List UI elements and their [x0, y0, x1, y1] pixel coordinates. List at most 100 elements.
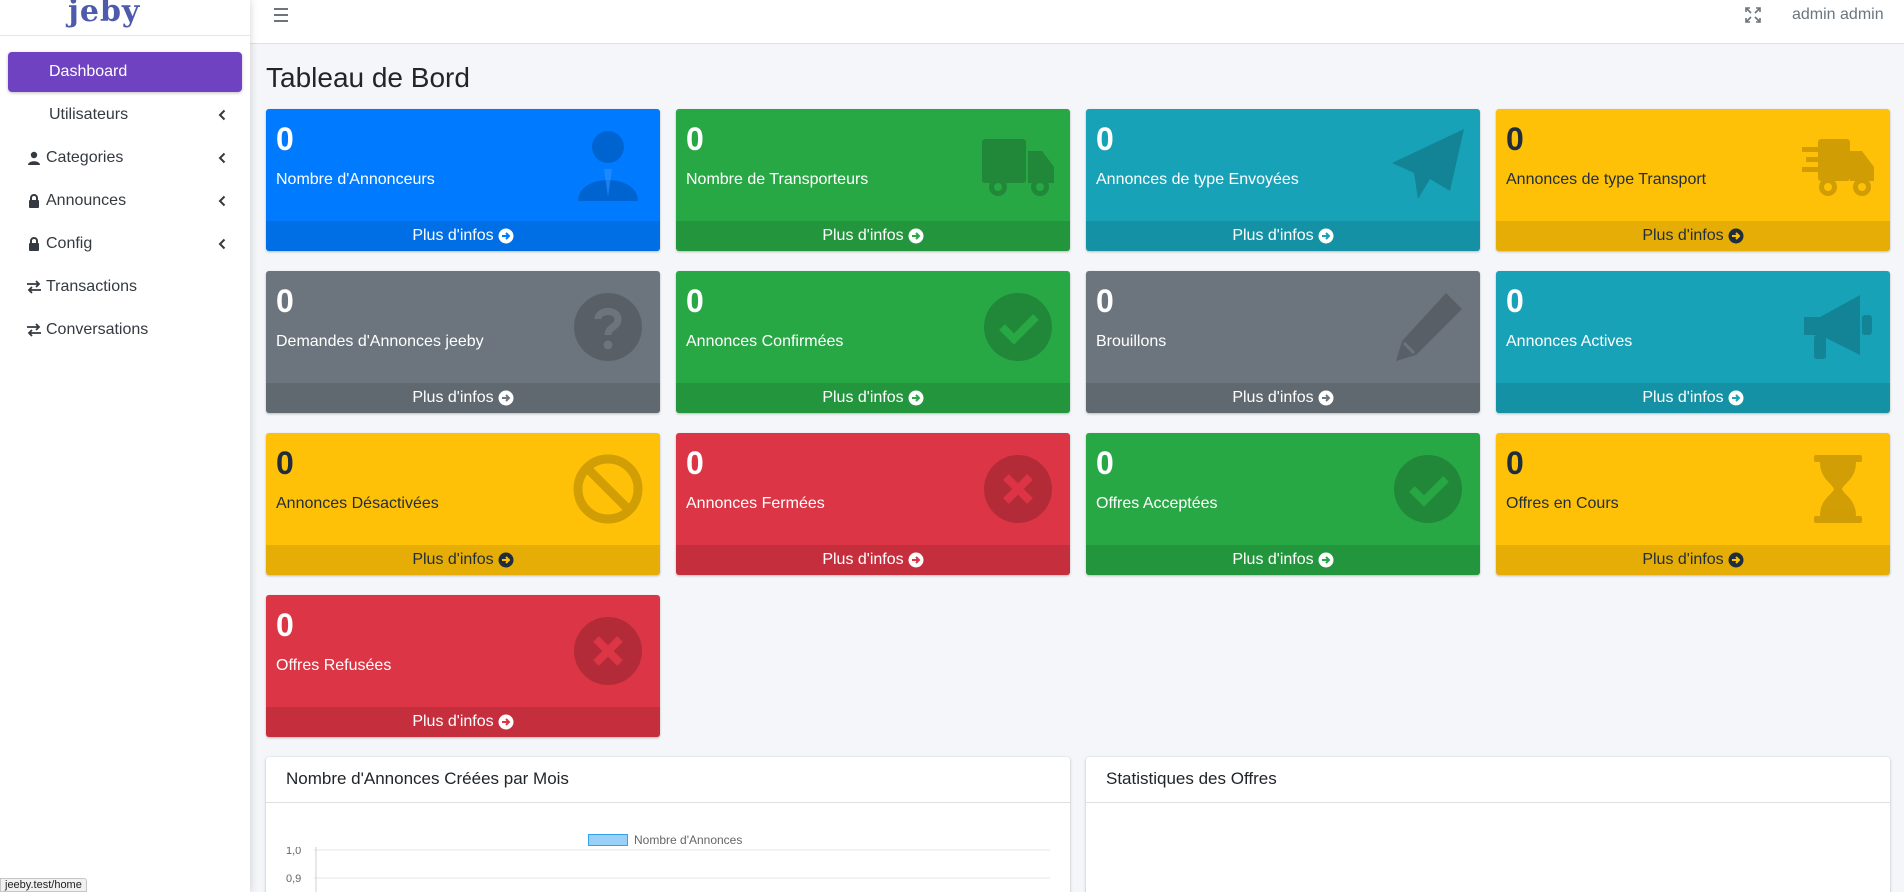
arrow-circle-right-icon: [908, 390, 924, 406]
stat-title: Offres Refusées: [276, 657, 392, 674]
stat-box-annonceurs: 0 Nombre d'Annonceurs Plus d'infos: [266, 109, 660, 251]
stat-title: Annonces Fermées: [686, 495, 825, 512]
sidebar-item-label: Conversations: [46, 321, 149, 338]
stat-count: 0: [1096, 445, 1114, 481]
sidebar-item-utilisateurs[interactable]: Utilisateurs: [8, 95, 242, 135]
more-info-link[interactable]: Plus d'infos: [266, 221, 660, 251]
more-info-link[interactable]: Plus d'infos: [266, 383, 660, 413]
more-info-link[interactable]: Plus d'infos: [266, 545, 660, 575]
more-info-label: Plus d'infos: [1642, 551, 1724, 568]
more-info-label: Plus d'infos: [822, 389, 904, 406]
sidebar-item-label: Announces: [46, 192, 127, 209]
stat-title: Brouillons: [1096, 333, 1167, 350]
chevron-left-icon: [216, 195, 228, 207]
arrow-circle-right-icon: [1728, 228, 1744, 244]
more-info-link[interactable]: Plus d'infos: [1086, 221, 1480, 251]
arrow-circle-right-icon: [1318, 552, 1334, 568]
more-info-link[interactable]: Plus d'infos: [1496, 221, 1890, 251]
more-info-label: Plus d'infos: [1232, 389, 1314, 406]
arrow-circle-right-icon: [1318, 390, 1334, 406]
arrow-circle-right-icon: [498, 390, 514, 406]
stat-count: 0: [276, 607, 294, 643]
more-info-label: Plus d'infos: [1232, 551, 1314, 568]
stat-box-offres-en-cours: 0 Offres en Cours Plus d'infos: [1496, 433, 1890, 575]
stat-title: Demandes d'Annonces jeeby: [276, 333, 484, 350]
stat-count: 0: [1506, 121, 1524, 157]
brand[interactable]: jeby: [0, 0, 250, 36]
sidebar-item-transactions[interactable]: Transactions: [8, 267, 242, 307]
stat-title: Offres Acceptées: [1096, 495, 1218, 512]
stat-title: Annonces Désactivées: [276, 495, 439, 512]
stat-box-transport: 0 Annonces de type Transport Plus d'info…: [1496, 109, 1890, 251]
sidebar-item-categories[interactable]: Categories: [8, 138, 242, 178]
topbar: admin admin: [250, 0, 1904, 44]
more-info-label: Plus d'infos: [1642, 227, 1724, 244]
sidebar: jeby Dashboard Utilisateurs Categories A…: [0, 0, 250, 892]
sidebar-item-label: Transactions: [46, 278, 137, 295]
menu-toggle-icon[interactable]: [274, 4, 296, 26]
sidebar-item-dashboard[interactable]: Dashboard: [8, 52, 242, 92]
sidebar-item-label: Categories: [46, 149, 124, 166]
stat-count: 0: [686, 121, 704, 157]
user-icon: [24, 151, 44, 165]
sidebar-item-config[interactable]: Config: [8, 224, 242, 264]
stat-title: Annonces de type Transport: [1506, 171, 1707, 188]
card-title: Nombre d'Annonces Créées par Mois: [266, 757, 1070, 803]
more-info-link[interactable]: Plus d'infos: [676, 545, 1070, 575]
stat-count: 0: [1506, 445, 1524, 481]
exchange-icon: [24, 323, 44, 337]
more-info-link[interactable]: Plus d'infos: [1086, 383, 1480, 413]
stat-box-brouillons: 0 Brouillons Plus d'infos: [1086, 271, 1480, 413]
arrow-circle-right-icon: [1728, 552, 1744, 568]
fullscreen-icon[interactable]: [1744, 6, 1762, 24]
stat-box-envoyees: 0 Annonces de type Envoyées Plus d'infos: [1086, 109, 1480, 251]
more-info-label: Plus d'infos: [822, 227, 904, 244]
more-info-link[interactable]: Plus d'infos: [266, 707, 660, 737]
stat-box-desactivees: 0 Annonces Désactivées Plus d'infos: [266, 433, 660, 575]
more-info-link[interactable]: Plus d'infos: [676, 383, 1070, 413]
more-info-link[interactable]: Plus d'infos: [1496, 383, 1890, 413]
stat-count: 0: [276, 121, 294, 157]
more-info-link[interactable]: Plus d'infos: [676, 221, 1070, 251]
more-info-link[interactable]: Plus d'infos: [1496, 545, 1890, 575]
monthly-announces-card: Nombre d'Annonces Créées par Mois Nombre…: [266, 757, 1070, 892]
exchange-icon: [24, 280, 44, 294]
stat-count: 0: [276, 283, 294, 319]
stat-box-confirmees: 0 Annonces Confirmées Plus d'infos: [676, 271, 1070, 413]
more-info-label: Plus d'infos: [412, 227, 494, 244]
sidebar-item-label: Utilisateurs: [49, 106, 129, 123]
more-info-label: Plus d'infos: [412, 389, 494, 406]
stat-title: Offres en Cours: [1506, 495, 1619, 512]
stat-count: 0: [686, 283, 704, 319]
stat-title: Annonces Actives: [1506, 333, 1633, 350]
y-tick-label: 0,9: [286, 873, 301, 885]
offers-stats-card: Statistiques des Offres: [1086, 757, 1890, 892]
stat-count: 0: [276, 445, 294, 481]
more-info-label: Plus d'infos: [1232, 227, 1314, 244]
sidebar-item-conversations[interactable]: Conversations: [8, 310, 242, 350]
y-tick-label: 1,0: [286, 847, 301, 857]
stat-box-demandes: 0 Demandes d'Annonces jeeby Plus d'infos: [266, 271, 660, 413]
legend-label: Nombre d'Annonces: [634, 833, 743, 847]
stat-count: 0: [686, 445, 704, 481]
user-menu[interactable]: admin admin: [1792, 6, 1884, 24]
status-bar-url: jeeby.test/home: [0, 878, 87, 892]
stat-count: 0: [1096, 121, 1114, 157]
arrow-circle-right-icon: [498, 714, 514, 730]
more-info-link[interactable]: Plus d'infos: [1086, 545, 1480, 575]
sidebar-item-label: Config: [46, 235, 93, 252]
sidebar-item-announces[interactable]: Announces: [8, 181, 242, 221]
brand-logo[interactable]: jeby: [68, 0, 140, 27]
sidebar-item-label: Dashboard: [49, 63, 128, 80]
stat-title: Annonces Confirmées: [686, 333, 844, 350]
arrow-circle-right-icon: [1318, 228, 1334, 244]
chart-legend[interactable]: Nombre d'Annonces: [588, 833, 742, 847]
arrow-circle-right-icon: [498, 552, 514, 568]
main-content: Tableau de Bord 0 Nombre d'Annonceurs Pl…: [250, 44, 1904, 892]
lock-icon: [24, 237, 44, 251]
stat-box-offres-acceptees: 0 Offres Acceptées Plus d'infos: [1086, 433, 1480, 575]
stat-box-actives: 0 Annonces Actives Plus d'infos: [1496, 271, 1890, 413]
chart-axis: 1,0 0,9: [286, 847, 1050, 892]
page-title: Tableau de Bord: [266, 62, 470, 93]
stat-title: Nombre de Transporteurs: [686, 171, 869, 188]
